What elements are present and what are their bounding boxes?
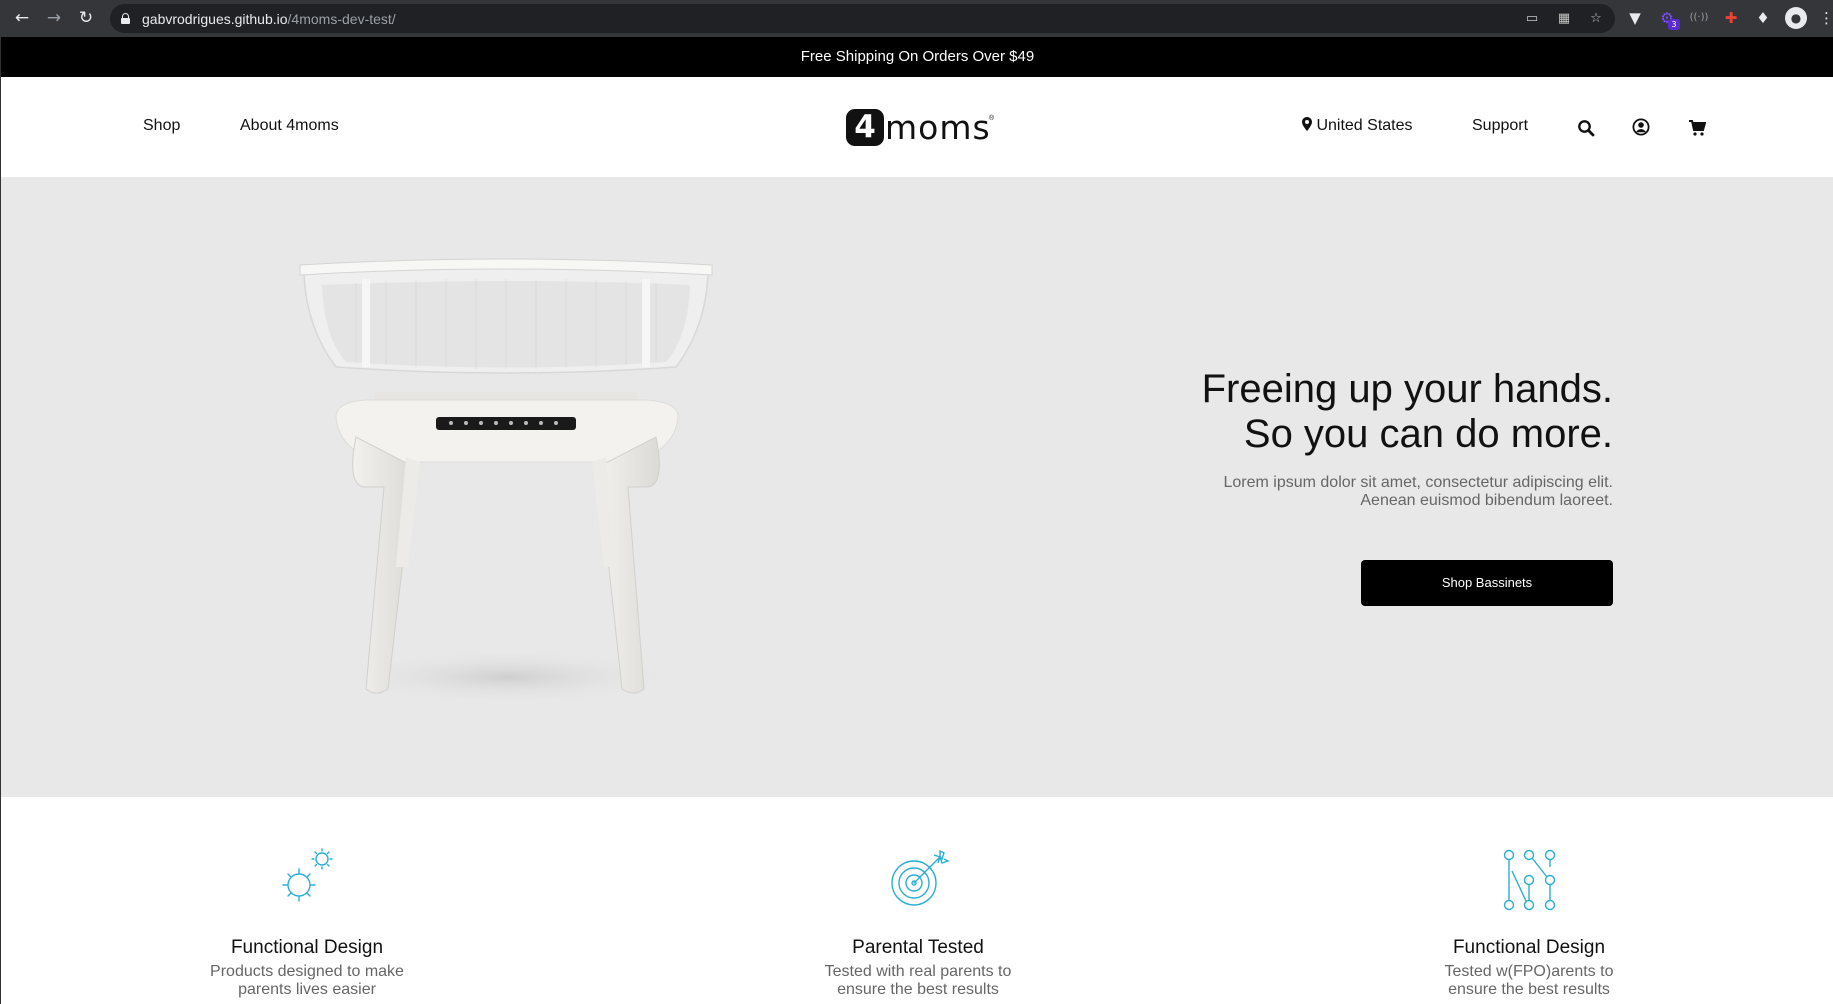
puzzle-extensions-icon[interactable]: ♦ [1753,7,1773,29]
extension-color-icon[interactable]: ✚ [1721,7,1741,29]
profile-avatar-icon[interactable]: ● [1785,7,1807,29]
forward-icon[interactable]: → [43,7,65,29]
url-path: /4moms-dev-test/ [287,11,396,27]
hero-headline-line-1: Freeing up your hands. [1201,367,1613,411]
hero-section: Freeing up your hands. So you can do mor… [1,177,1833,797]
extension-gear-icon[interactable]: ⚙ 3 [1657,7,1680,30]
reload-icon[interactable]: ↻ [75,7,97,29]
hero-subtext: Lorem ipsum dolor sit amet, consectetur … [1193,474,1613,510]
nav-about[interactable]: About 4moms [240,117,339,135]
feature-title: Functional Design [1452,937,1606,958]
map-pin-icon [1302,117,1312,131]
promo-banner: Free Shipping On Orders Over $49 [1,37,1833,77]
nav-support[interactable]: Support [1472,117,1528,135]
network-icon [1503,849,1556,911]
feature-title: Functional Design [230,937,384,958]
browser-toolbar: ← → ↻ gabvrodrigues.github.io/4moms-dev-… [0,0,1833,37]
hero-subtext-line-2: Aenean euismod bibendum laoreet. [1360,492,1613,509]
menu-kebab-icon[interactable]: ⋮ [1819,7,1833,29]
feature-description-line-2: ensure the best results [1448,981,1610,998]
gears-icon [282,848,333,902]
feature-description-line-1: Tested with real parents to [824,963,1012,980]
target-icon [891,849,950,906]
page-viewport: Free Shipping On Orders Over $49 Shop Ab… [0,37,1833,1004]
nav-location[interactable]: United States [1302,117,1413,135]
hero-headline-line-2: So you can do more. [1243,412,1613,456]
vuejs-devtools-icon[interactable]: ▼ [1625,7,1645,29]
feature-title: Parental Tested [852,937,984,958]
cast-icon[interactable]: ▭ [1523,9,1541,28]
site-header: Shop About 4moms 4 moms ® United States … [1,77,1833,177]
logo-trademark: ® [989,115,995,122]
back-icon[interactable]: ← [11,7,33,29]
extension-badge: 3 [1668,19,1680,30]
feature-description-line-1: Products designed to make [210,963,404,980]
feature-description-line-1: Tested w(FPO)arents to [1444,963,1614,980]
search-icon[interactable] [1577,119,1595,137]
nav-shop[interactable]: Shop [143,117,180,135]
features-section: Functional Design Products designed to m… [1,797,1833,1004]
location-label: United States [1316,117,1413,134]
url-host: gabvrodrigues.github.io [142,11,288,27]
shop-bassinets-button[interactable]: Shop Bassinets [1361,560,1613,606]
account-icon[interactable] [1632,118,1650,136]
logo[interactable]: 4 moms ® [846,107,995,147]
bassinet-product-image [299,258,713,702]
logo-mark: 4 [846,109,884,146]
extension-wave-icon[interactable]: ((·)) [1689,7,1709,29]
url-text[interactable]: gabvrodrigues.github.io/4moms-dev-test/ [142,11,396,27]
hero-subtext-line-1: Lorem ipsum dolor sit amet, consectetur … [1223,474,1613,491]
feature-description: Products designed to make parents lives … [207,963,407,999]
bookmark-star-icon[interactable]: ☆ [1587,9,1605,28]
hero-headline: Freeing up your hands. So you can do mor… [1202,367,1613,457]
feature-description-line-2: parents lives easier [238,981,376,998]
lock-icon[interactable] [121,13,130,24]
promo-text: Free Shipping On Orders Over $49 [800,48,1035,65]
logo-word: moms [885,108,991,147]
feature-description: Tested with real parents to ensure the b… [818,963,1018,999]
qr-code-icon[interactable]: ▦ [1555,9,1573,28]
feature-description: Tested w(FPO)arents to ensure the best r… [1429,963,1629,999]
feature-description-line-2: ensure the best results [837,981,999,998]
cart-icon[interactable] [1688,119,1706,137]
address-bar[interactable]: gabvrodrigues.github.io/4moms-dev-test/ … [110,4,1615,33]
